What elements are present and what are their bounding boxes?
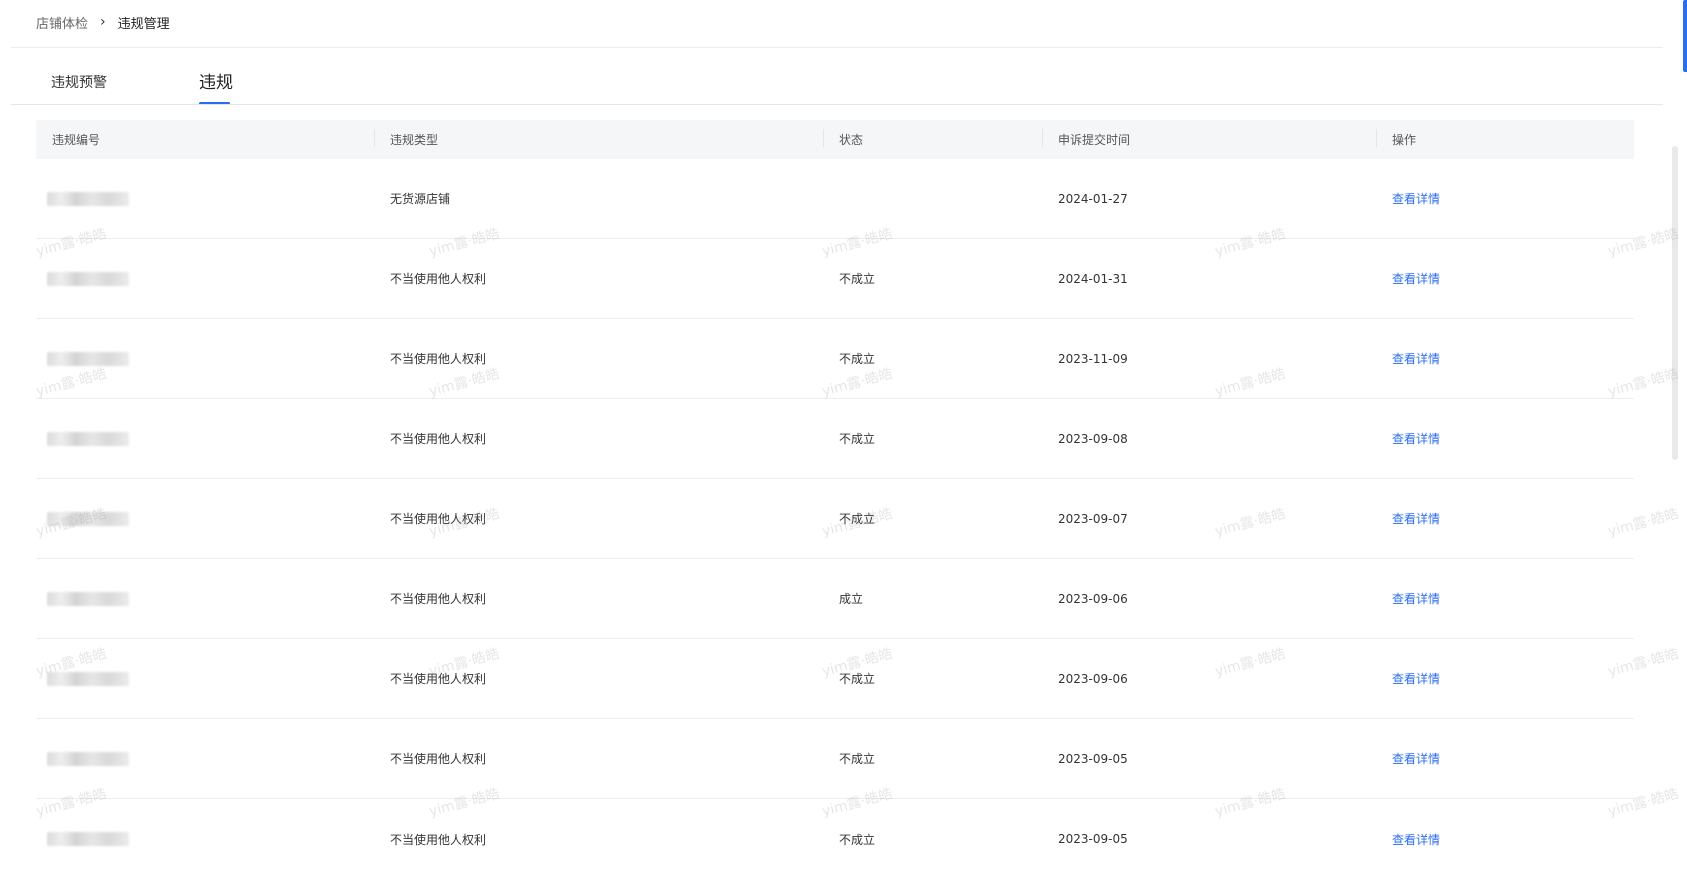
cell-violation-id — [36, 511, 374, 526]
violation-table: 违规编号 违规类型 状态 申诉提交时间 操作 无货源店铺 2024-01-27 查看… — [36, 120, 1634, 879]
cell-violation-id — [36, 191, 374, 206]
view-details-link[interactable]: 查看详情 — [1392, 272, 1440, 286]
cell-appeal-time: 2023-09-08 — [1058, 431, 1128, 446]
redacted-id — [47, 431, 129, 446]
view-details-link[interactable]: 查看详情 — [1392, 752, 1440, 766]
cell-violation-id — [36, 271, 374, 286]
cell-violation-type: 不当使用他人权利 — [390, 432, 487, 446]
view-details-link[interactable]: 查看详情 — [1392, 432, 1440, 446]
cell-action: 查看详情 — [1376, 750, 1634, 767]
cell-appeal-time: 2023-09-06 — [1058, 671, 1128, 686]
breadcrumb-current: 违规管理 — [117, 16, 170, 32]
table-row: 不当使用他人权利 不成立 2023-09-05 查看详情 — [36, 719, 1634, 799]
view-details-link[interactable]: 查看详情 — [1392, 672, 1440, 686]
redacted-id — [47, 671, 129, 686]
cell-status: 不成立 — [839, 352, 876, 366]
cell-violation-type: 不当使用他人权利 — [390, 512, 487, 526]
cell-appeal-time: 2024-01-31 — [1058, 271, 1128, 286]
table-row: 不当使用他人权利 成立 2023-09-06 查看详情 — [36, 559, 1634, 639]
table-row: 不当使用他人权利 不成立 2023-11-09 查看详情 — [36, 319, 1634, 399]
cell-violation-id — [36, 832, 374, 846]
redacted-id — [47, 832, 129, 846]
column-header-type: 违规类型 — [374, 129, 823, 148]
breadcrumb-shop-checkup[interactable]: 店铺体检 — [36, 13, 88, 32]
view-details-link[interactable]: 查看详情 — [1392, 352, 1440, 366]
cell-appeal-time: 2023-09-06 — [1058, 591, 1128, 606]
table-row: 不当使用他人权利 不成立 2023-09-08 查看详情 — [36, 399, 1634, 479]
table-row: 不当使用他人权利 不成立 2024-01-31 查看详情 — [36, 239, 1634, 319]
cell-appeal-time: 2023-09-05 — [1058, 751, 1128, 766]
cell-action: 查看详情 — [1376, 190, 1634, 207]
cell-violation-id — [36, 591, 374, 606]
cell-violation-type: 无货源店铺 — [390, 192, 451, 206]
redacted-id — [47, 591, 129, 606]
cell-status: 不成立 — [839, 512, 876, 526]
cell-violation-type: 不当使用他人权利 — [390, 832, 487, 847]
cell-violation-type: 不当使用他人权利 — [390, 752, 487, 766]
cell-status: 不成立 — [839, 272, 876, 286]
breadcrumb: 店铺体检 › 违规管理 — [36, 10, 170, 34]
cell-violation-id — [36, 751, 374, 766]
cell-status: 成立 — [839, 592, 864, 606]
column-header-id: 违规编号 — [52, 133, 101, 147]
cell-status: 不成立 — [839, 832, 876, 847]
table-row: 不当使用他人权利 不成立 2023-09-05 查看详情 — [36, 799, 1634, 879]
view-details-link[interactable]: 查看详情 — [1392, 833, 1440, 847]
cell-violation-type: 不当使用他人权利 — [390, 592, 487, 606]
cell-status: 不成立 — [839, 432, 876, 446]
redacted-id — [47, 511, 129, 526]
cell-action: 查看详情 — [1376, 510, 1634, 527]
cell-violation-id — [36, 671, 374, 686]
column-header-appeal-time: 申诉提交时间 — [1042, 129, 1376, 148]
cell-appeal-time: 2024-01-27 — [1058, 191, 1128, 206]
cell-violation-id — [36, 431, 374, 446]
table-row: 不当使用他人权利 不成立 2023-09-06 查看详情 — [36, 639, 1634, 719]
table-row: 无货源店铺 2024-01-27 查看详情 — [36, 159, 1634, 239]
cell-action: 查看详情 — [1376, 590, 1634, 607]
tab-bar: 违规预警 违规 — [0, 48, 1664, 105]
cell-violation-id — [36, 351, 374, 366]
redacted-id — [47, 751, 129, 766]
column-header-action: 操作 — [1376, 129, 1634, 148]
cell-action: 查看详情 — [1376, 430, 1634, 447]
table-body: 无货源店铺 2024-01-27 查看详情 不当使用他人权利 不成立 2024-01-31… — [36, 159, 1634, 879]
cell-violation-type: 不当使用他人权利 — [390, 352, 487, 366]
scrollbar[interactable] — [1665, 0, 1687, 892]
tab-violation-warning[interactable]: 违规预警 — [51, 72, 107, 92]
tabs-divider — [11, 104, 1663, 105]
redacted-id — [47, 351, 129, 366]
cell-action: 查看详情 — [1376, 670, 1634, 687]
redacted-id — [47, 271, 129, 286]
cell-status: 不成立 — [839, 752, 876, 766]
cell-action: 查看详情 — [1376, 350, 1634, 367]
cell-violation-type: 不当使用他人权利 — [390, 672, 487, 686]
cell-action: 查看详情 — [1376, 270, 1634, 287]
column-header-status: 状态 — [823, 129, 1042, 148]
redacted-id — [47, 191, 129, 206]
chevron-right-icon: › — [100, 14, 106, 30]
view-details-link[interactable]: 查看详情 — [1392, 592, 1440, 606]
cell-action: 查看详情 — [1376, 831, 1634, 848]
table-row: 不当使用他人权利 不成立 2023-09-07 查看详情 — [36, 479, 1634, 559]
table-header: 违规编号 违规类型 状态 申诉提交时间 操作 — [36, 120, 1634, 159]
view-details-link[interactable]: 查看详情 — [1392, 512, 1440, 526]
cell-status: 不成立 — [839, 672, 876, 686]
cell-violation-type: 不当使用他人权利 — [390, 272, 487, 286]
cell-appeal-time: 2023-11-09 — [1058, 351, 1128, 366]
cell-appeal-time: 2023-09-07 — [1058, 511, 1128, 526]
tab-violation[interactable]: 违规 — [199, 68, 233, 93]
scrollbar-thumb[interactable] — [1672, 146, 1678, 460]
cell-appeal-time: 2023-09-05 — [1058, 832, 1128, 846]
view-details-link[interactable]: 查看详情 — [1392, 192, 1440, 206]
side-panel-edge — [1683, 0, 1687, 72]
